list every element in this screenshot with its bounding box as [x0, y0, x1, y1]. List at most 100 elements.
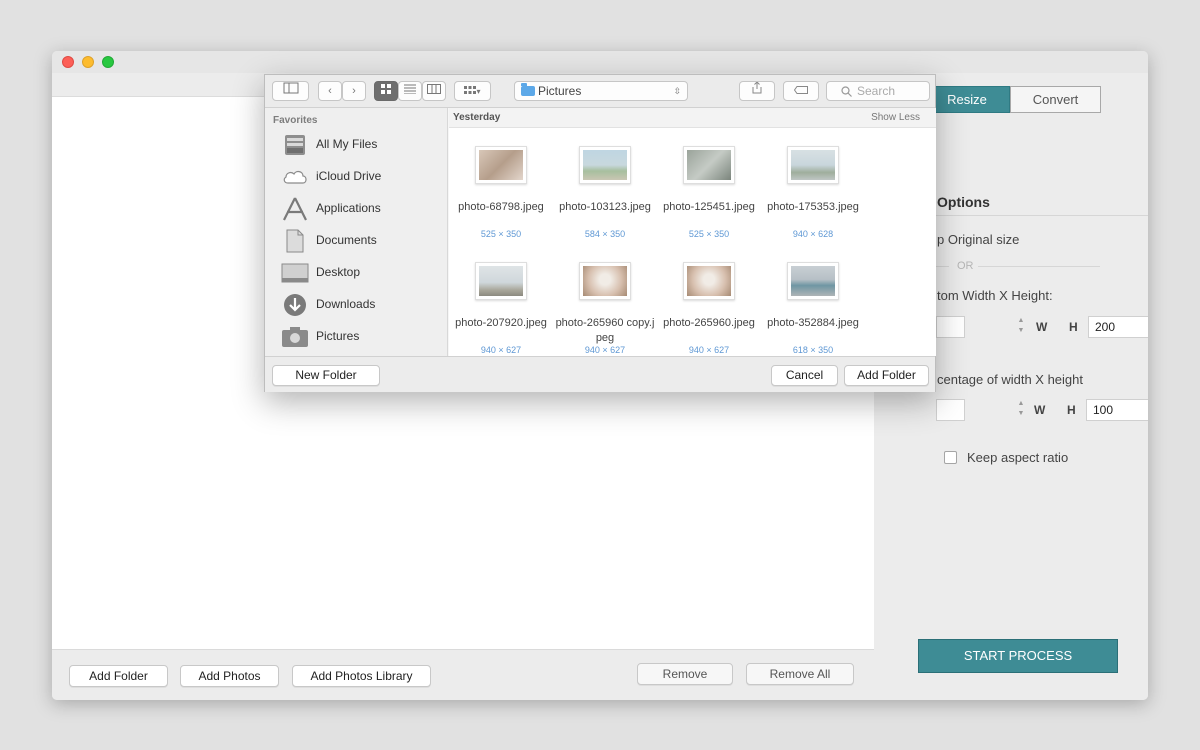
file-thumbnail — [683, 262, 735, 300]
add-photos-button[interactable]: Add Photos — [180, 665, 279, 687]
sidebar-item-icloud-drive[interactable]: iCloud Drive — [281, 162, 446, 190]
show-less-button[interactable]: Show Less — [871, 112, 920, 123]
camera-icon — [282, 327, 308, 347]
share-button[interactable] — [739, 81, 775, 101]
sidebar-item-all-my-files[interactable]: All My Files — [281, 130, 446, 158]
file-dimensions: 940 × 628 — [792, 229, 834, 239]
title-bar — [52, 51, 1148, 73]
cancel-button[interactable]: Cancel — [771, 365, 838, 386]
sidebar-item-applications[interactable]: Applications — [281, 194, 446, 222]
share-icon — [752, 81, 762, 94]
percent-height-field[interactable]: 100 — [1086, 399, 1148, 421]
forward-button[interactable]: › — [342, 81, 366, 101]
sidebar-item-desktop[interactable]: Desktop — [281, 258, 446, 286]
file-item[interactable]: photo-175353.jpeg 940 × 628 — [761, 146, 865, 256]
zoom-window-button[interactable] — [102, 56, 114, 68]
sidebar-toggle-button[interactable] — [272, 81, 309, 101]
documents-icon — [286, 229, 304, 253]
percent-height-label: H — [1067, 403, 1076, 417]
file-thumbnail — [579, 262, 631, 300]
new-folder-button[interactable]: New Folder — [272, 365, 380, 386]
file-thumbnail — [475, 262, 527, 300]
add-photos-library-button[interactable]: Add Photos Library — [292, 665, 431, 687]
open-file-dialog: ‹ › ▾ Pictures ⇳ Search Favorites All My… — [264, 74, 936, 392]
chevron-down-icon: ▾ — [476, 87, 481, 96]
chevron-left-icon: ‹ — [328, 85, 332, 97]
sidebar-item-label: Pictures — [316, 329, 360, 343]
arrange-button[interactable]: ▾ — [454, 81, 491, 101]
favorites-label: Favorites — [273, 115, 318, 126]
sidebar-item-pictures[interactable]: Pictures — [281, 322, 446, 350]
minimize-window-button[interactable] — [82, 56, 94, 68]
start-process-button[interactable]: START PROCESS — [918, 639, 1118, 673]
search-icon — [841, 86, 852, 97]
desktop-icon — [281, 263, 309, 283]
custom-width-field[interactable] — [936, 316, 965, 338]
file-thumbnail — [683, 146, 735, 184]
list-icon — [404, 84, 416, 95]
width-label: W — [1036, 320, 1048, 334]
group-header: Yesterday Show Less — [449, 108, 936, 128]
all-files-icon — [285, 135, 305, 155]
folder-icon — [521, 83, 535, 96]
or-label: OR — [957, 260, 974, 272]
search-field[interactable]: Search — [826, 81, 930, 101]
file-dimensions: 940 × 627 — [688, 345, 730, 355]
icon-view-button[interactable] — [374, 81, 398, 101]
tags-button[interactable] — [783, 81, 819, 101]
file-name: photo-207920.jpeg — [455, 317, 547, 329]
search-placeholder: Search — [857, 84, 896, 98]
sidebar-item-documents[interactable]: Documents — [281, 226, 446, 254]
file-name: photo-175353.jpeg — [767, 201, 859, 213]
add-folder-button[interactable]: Add Folder — [69, 665, 168, 687]
location-popup[interactable]: Pictures ⇳ — [514, 81, 688, 101]
remove-all-button[interactable]: Remove All — [746, 663, 854, 685]
file-dimensions: 940 × 627 — [584, 345, 626, 355]
arrange-grid-icon — [464, 86, 477, 94]
height-label: H — [1069, 320, 1078, 334]
custom-width-stepper[interactable]: ▲ ▼ — [1016, 316, 1026, 338]
icon-grid-icon — [381, 84, 391, 94]
sidebar-item-label: Documents — [316, 233, 377, 247]
custom-height-field[interactable]: 200 — [1088, 316, 1148, 338]
applications-icon — [283, 197, 307, 221]
updown-chevron-icon: ⇳ — [673, 86, 681, 96]
close-window-button[interactable] — [62, 56, 74, 68]
sidebar-item-label: Downloads — [316, 297, 376, 311]
file-name: photo-265960.jpeg — [663, 317, 755, 329]
file-name: photo-352884.jpeg — [767, 317, 859, 329]
list-view-button[interactable] — [398, 81, 422, 101]
sidebar-item-label: Applications — [316, 201, 381, 215]
percent-width-field[interactable] — [936, 399, 965, 421]
or-divider-right — [978, 266, 1100, 267]
dialog-add-folder-button[interactable]: Add Folder — [844, 365, 929, 386]
downloads-icon — [284, 294, 306, 316]
file-name: photo-103123.jpeg — [559, 201, 651, 213]
file-thumbnail — [579, 146, 631, 184]
file-dimensions: 618 × 350 — [792, 345, 834, 355]
tab-convert[interactable]: Convert — [1010, 86, 1101, 113]
percent-width-stepper[interactable]: ▲ ▼ — [1016, 399, 1026, 421]
file-item[interactable]: photo-103123.jpeg 584 × 350 — [553, 146, 657, 256]
file-name: photo-68798.jpeg — [458, 201, 544, 213]
sidebar-item-label: Desktop — [316, 265, 361, 279]
group-title: Yesterday — [453, 112, 501, 123]
tab-resize[interactable]: Resize — [924, 86, 1010, 113]
keep-aspect-checkbox[interactable] — [944, 451, 957, 464]
back-button[interactable]: ‹ — [318, 81, 342, 101]
file-dimensions: 525 × 350 — [480, 229, 522, 239]
file-item[interactable]: photo-68798.jpeg 525 × 350 — [449, 146, 553, 256]
file-thumbnail — [475, 146, 527, 184]
percentage-option[interactable]: centage of width X height — [937, 372, 1083, 387]
dialog-sidebar: Favorites All My Files iCloud Drive Appl… — [265, 108, 448, 356]
file-dimensions: 940 × 627 — [480, 345, 522, 355]
remove-button[interactable]: Remove — [637, 663, 733, 685]
file-name: photo-265960 copy.jpeg — [555, 317, 655, 344]
location-label: Pictures — [538, 84, 582, 98]
sidebar-item-downloads[interactable]: Downloads — [281, 290, 446, 318]
percent-width-label: W — [1034, 403, 1046, 417]
custom-size-option[interactable]: tom Width X Height: — [937, 288, 1053, 303]
keep-original-size-option[interactable]: p Original size — [937, 232, 1019, 247]
file-item[interactable]: photo-125451.jpeg 525 × 350 — [657, 146, 761, 256]
column-view-button[interactable] — [422, 81, 446, 101]
